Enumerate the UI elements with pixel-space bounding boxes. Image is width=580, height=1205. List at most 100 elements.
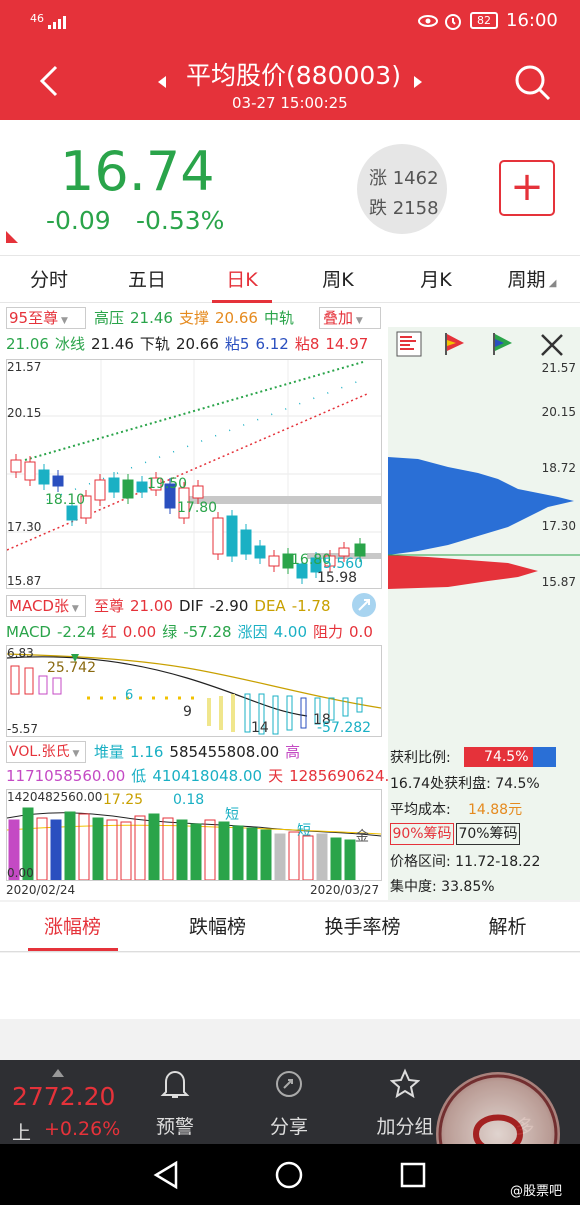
- advance-decline-badge[interactable]: 涨 1462 跌 2158: [357, 144, 447, 234]
- candle: [66, 505, 78, 521]
- vol-axis-bottom: 0.00: [7, 866, 34, 880]
- recents-nav-icon[interactable]: [400, 1162, 426, 1188]
- back-nav-icon[interactable]: [152, 1160, 180, 1190]
- candle: [52, 475, 64, 487]
- macd-token: 4.00: [273, 623, 307, 641]
- chip-red-flag-icon[interactable]: [442, 331, 468, 357]
- chip-info-panel: 获利比例: 74.5% 16.74处获利盘: 74.5% 平均成本: 14.88…: [388, 733, 580, 900]
- macd-token: DIF: [178, 597, 204, 615]
- candle: [338, 547, 350, 557]
- battery-icon: 82: [470, 12, 498, 29]
- main-indicator-select[interactable]: 95至尊 ▼: [6, 307, 86, 329]
- tab-weekly-k[interactable]: 周K: [288, 256, 388, 304]
- volume-bar: [176, 819, 188, 881]
- macd-plot[interactable]: 6.83 -5.57 25.742 9 14 18 -57.282 6: [6, 645, 382, 737]
- vol-axis-top: 1420482560.00: [7, 790, 103, 804]
- cellular-icon: [48, 14, 72, 29]
- tab-period[interactable]: 周期 ◢: [484, 256, 580, 304]
- chevron-down-icon: ▼: [58, 316, 68, 326]
- indicator-line-2: 21.06 冰线 21.46 下轨 20.66 粘5 6.12 粘8 14.97: [6, 335, 374, 353]
- macd-annotation-6: 6: [125, 688, 134, 703]
- chip-distribution-panel: 21.57 20.15 18.72 17.30 15.87: [388, 327, 580, 733]
- candle: [240, 529, 252, 555]
- candle: [108, 477, 120, 493]
- share-button[interactable]: 分享: [234, 1060, 344, 1144]
- volume-plot[interactable]: 1420482560.00 0.00 17.25 0.18 短 短 金: [6, 789, 382, 881]
- tab-gainers[interactable]: 涨幅榜: [0, 902, 145, 952]
- back-icon[interactable]: [34, 64, 64, 98]
- candle: [24, 461, 36, 481]
- candle: [212, 517, 224, 555]
- home-nav-icon[interactable]: [274, 1160, 304, 1190]
- volume-bar: [218, 821, 230, 881]
- volume-bar: [260, 829, 272, 881]
- prev-stock-icon[interactable]: [156, 74, 168, 88]
- tab-daily-k[interactable]: 日K: [196, 256, 288, 304]
- tab-turnover[interactable]: 换手率榜: [290, 902, 435, 952]
- vol-indicator-select[interactable]: VOL.张氏 ▼: [6, 741, 86, 763]
- corner-marker-icon: [6, 228, 18, 243]
- tab-monthly-k[interactable]: 月K: [388, 256, 484, 304]
- macd-indicator-select[interactable]: MACD张 ▼: [6, 595, 86, 617]
- eye-icon: [418, 12, 438, 30]
- vol-token: 410418048.00: [152, 767, 263, 785]
- chip-70-button[interactable]: 70%筹码: [456, 823, 520, 845]
- date-end: 2020/03/27: [310, 883, 380, 897]
- macd-annotation-1: 25.742: [47, 660, 96, 676]
- concentration: 集中度: 33.85%: [390, 879, 495, 895]
- vol-line-1: 堆量 1.16 585455808.00 高: [94, 743, 306, 761]
- chip-list-icon[interactable]: [396, 331, 422, 357]
- search-icon[interactable]: [512, 62, 552, 102]
- indicator-token: 21.06: [6, 335, 49, 353]
- price-plot[interactable]: 21.57 20.15 17.30 15.87 18.10 19.50 17.8…: [6, 359, 382, 589]
- candle: [10, 459, 22, 473]
- candle: [254, 545, 266, 559]
- macd-token: 21.00: [130, 597, 173, 615]
- alert-button[interactable]: 预警: [120, 1060, 230, 1144]
- macd-token: 至尊: [94, 597, 125, 615]
- macd-selector-label: MACD张: [9, 597, 69, 615]
- index-change: +0.26%: [44, 1118, 121, 1140]
- volume-bar: [316, 833, 328, 881]
- page-title: 平均股价(880003): [186, 61, 401, 90]
- indicator-token: 21.46: [90, 335, 134, 353]
- volume-bar: [302, 835, 314, 881]
- vol-annotation-c: 短: [225, 807, 239, 823]
- tab-intraday[interactable]: 分时: [0, 256, 98, 304]
- tab-five-day[interactable]: 五日: [98, 256, 196, 304]
- chip-axis-top: 21.57: [541, 361, 576, 375]
- candle: [226, 515, 238, 557]
- macd-annotation-2: 9: [183, 704, 192, 720]
- price-annotation-b: 19.50: [147, 476, 188, 492]
- main-indicator-label: 95至尊: [9, 309, 59, 327]
- vol-annotation-d: 短: [297, 823, 311, 839]
- vol-selector-label: VOL.张氏: [9, 744, 70, 760]
- overlay-select[interactable]: 叠加 ▼: [319, 307, 381, 329]
- chip-green-flag-icon[interactable]: [490, 331, 516, 357]
- volume-bar: [246, 827, 258, 881]
- macd-line-1: 至尊 21.00 DIF -2.90 DEA -1.78: [94, 597, 337, 615]
- add-watchlist-button[interactable]: +: [499, 160, 555, 216]
- tab-losers[interactable]: 跌幅榜: [145, 902, 290, 952]
- close-icon[interactable]: [540, 333, 564, 357]
- macd-token: -57.28: [183, 623, 232, 641]
- vol-token: 1171058560.00: [6, 767, 126, 785]
- volume-bar: [330, 837, 342, 881]
- macd-token: 绿: [162, 623, 178, 641]
- index-value[interactable]: 2772.20: [12, 1082, 115, 1111]
- macd-token: 0.0: [349, 623, 373, 641]
- macd-token: 涨因: [237, 623, 268, 641]
- volume-bar: [204, 819, 216, 881]
- expand-icon[interactable]: [352, 593, 376, 617]
- indicator-line-1: 高压 21.46 支撑 20.66 中轨: [94, 309, 300, 327]
- profit-ratio-bar: 74.5%: [464, 747, 556, 767]
- caret-up-icon[interactable]: [52, 1062, 64, 1077]
- next-stock-icon[interactable]: [412, 74, 424, 88]
- macd-line-2: MACD -2.24 红 0.00 绿 -57.28 涨因 4.00 阻力 0.0: [6, 623, 379, 641]
- tab-analysis[interactable]: 解析: [435, 902, 580, 952]
- chip-90-button[interactable]: 90%筹码: [390, 823, 454, 845]
- volume-bar: [64, 811, 76, 881]
- macd-token: 红: [101, 623, 117, 641]
- indicator-token: 21.46: [130, 309, 173, 327]
- quote-datetime: 03-27 15:00:25: [232, 94, 348, 112]
